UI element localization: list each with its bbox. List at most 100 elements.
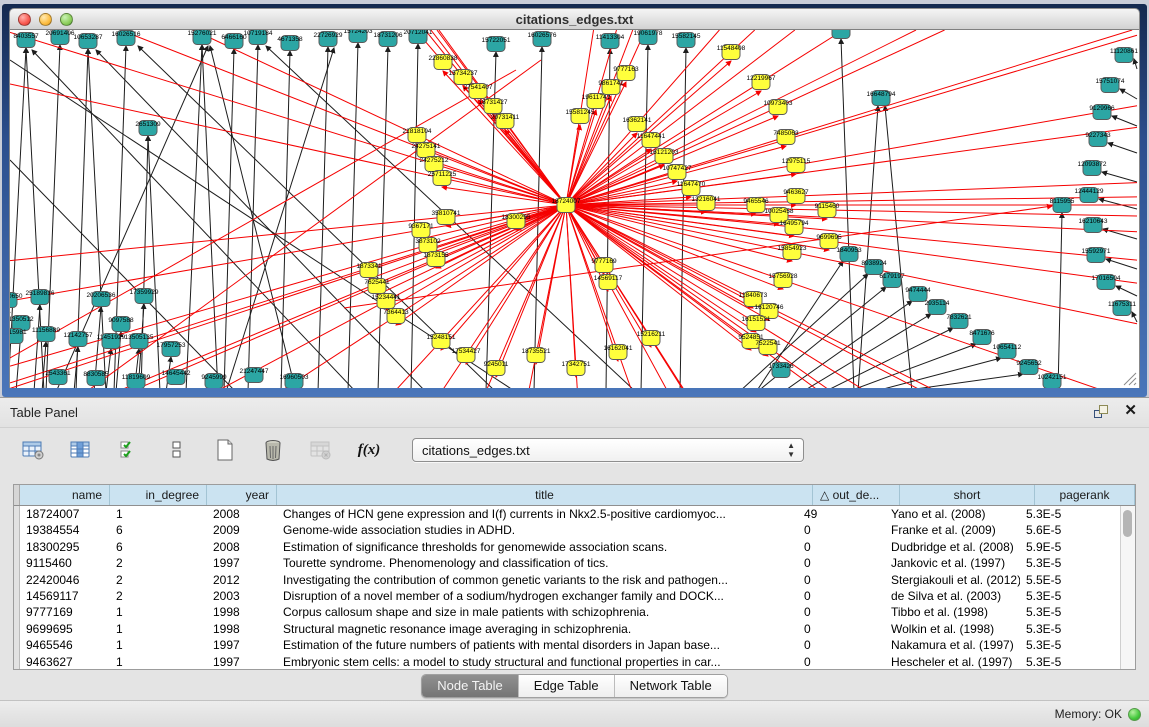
- float-window-icon[interactable]: [1094, 405, 1108, 418]
- network-node[interactable]: 1873155: [423, 252, 449, 267]
- column-header-out_de[interactable]: △ out_de...: [813, 485, 900, 505]
- network-node[interactable]: 7625441: [364, 279, 390, 294]
- network-node[interactable]: 16162041: [604, 345, 633, 360]
- select-columns-icon[interactable]: [116, 437, 142, 463]
- column-header-pagerank[interactable]: pagerank: [1035, 485, 1135, 505]
- network-node[interactable]: 17534427: [452, 348, 481, 363]
- network-node[interactable]: 15248151: [427, 334, 456, 349]
- network-node[interactable]: 8471676: [969, 330, 995, 345]
- network-node[interactable]: 4671358: [277, 36, 303, 51]
- network-node[interactable]: 12444129: [1075, 188, 1104, 203]
- minimize-window-icon[interactable]: [39, 13, 52, 26]
- network-node[interactable]: 18735521: [522, 348, 551, 363]
- table-row[interactable]: 911546021997Tourette syndrome. Phenomeno…: [20, 555, 1120, 571]
- zoom-window-icon[interactable]: [60, 13, 73, 26]
- network-node[interactable]: 15722051: [482, 37, 511, 52]
- network-node[interactable]: 25711225: [428, 171, 457, 186]
- network-node[interactable]: 11548408: [717, 45, 746, 60]
- network-node[interactable]: 22860838: [429, 55, 458, 70]
- network-node[interactable]: 2651309: [135, 121, 161, 136]
- network-node[interactable]: 16495794: [780, 220, 809, 235]
- new-table-icon[interactable]: [212, 437, 238, 463]
- table-row[interactable]: 969969511998Structural magnetic resonanc…: [20, 621, 1120, 637]
- network-node[interactable]: 12142757: [64, 332, 93, 347]
- table-row[interactable]: 977716911998Corpus callosum shape and si…: [20, 604, 1120, 620]
- network-node[interactable]: 16151521: [742, 316, 771, 331]
- scrollbar-thumb[interactable]: [1123, 510, 1132, 537]
- network-node[interactable]: 17359929: [130, 289, 159, 304]
- network-node[interactable]: 20712041: [404, 30, 433, 44]
- show-columns-icon[interactable]: [68, 437, 94, 463]
- network-node[interactable]: 9777169: [591, 258, 617, 273]
- network-node[interactable]: 11156889: [32, 327, 60, 342]
- network-node[interactable]: 15276021: [188, 30, 217, 45]
- close-panel-icon[interactable]: ✕: [1124, 404, 1137, 418]
- network-node[interactable]: 2543361: [45, 370, 71, 385]
- network-node[interactable]: 20206536: [87, 292, 116, 307]
- column-header-short[interactable]: short: [900, 485, 1035, 505]
- network-node[interactable]: 11413304: [596, 34, 625, 49]
- network-node[interactable]: 9115460: [815, 203, 840, 218]
- table-settings-icon[interactable]: [20, 437, 46, 463]
- network-node[interactable]: 22726929: [314, 32, 343, 47]
- network-node[interactable]: 9245652: [1016, 360, 1042, 375]
- network-node[interactable]: 16648794: [867, 91, 896, 106]
- network-node[interactable]: 17016504: [1092, 275, 1121, 290]
- network-node[interactable]: 17342751: [562, 361, 591, 376]
- network-node[interactable]: 16960503: [280, 374, 309, 389]
- table-row[interactable]: 946554611997Estimation of the future num…: [20, 637, 1120, 653]
- memory-status-icon[interactable]: [1128, 708, 1141, 721]
- network-node[interactable]: 2935114: [925, 300, 950, 315]
- network-node[interactable]: 15751074: [1096, 78, 1125, 93]
- network-node[interactable]: 20691406: [46, 30, 75, 45]
- table-row[interactable]: 1872400712008Changes of HCN gene express…: [20, 506, 1120, 522]
- network-node[interactable]: 6179197: [879, 273, 905, 288]
- delete-table-icon[interactable]: [260, 437, 286, 463]
- table-row[interactable]: 946362711997Embryonic stem cells: a mode…: [20, 654, 1120, 669]
- network-node[interactable]: 12219967: [747, 75, 776, 90]
- network-node[interactable]: 19061978: [634, 30, 663, 45]
- network-node[interactable]: 9097588: [108, 317, 134, 332]
- network-node[interactable]: 12093872: [1078, 161, 1107, 176]
- column-header-title[interactable]: title: [277, 485, 813, 505]
- function-builder-icon[interactable]: f(x): [356, 437, 382, 463]
- network-node[interactable]: 11451929: [97, 334, 126, 349]
- network-node[interactable]: 9367171: [408, 223, 434, 238]
- network-node[interactable]: 16026516: [112, 31, 141, 46]
- network-node[interactable]: 12975115: [782, 158, 811, 173]
- table-scrollbar[interactable]: [1120, 506, 1135, 669]
- column-header-in_degree[interactable]: in_degree: [110, 485, 207, 505]
- tab-network-table[interactable]: Network Table: [614, 675, 727, 697]
- table-selector-dropdown[interactable]: citations_edges.txt ▲▼: [412, 438, 804, 462]
- tab-edge-table[interactable]: Edge Table: [518, 675, 614, 697]
- row-height-icon[interactable]: [164, 437, 190, 463]
- network-node[interactable]: 1840953: [836, 247, 862, 262]
- network-node[interactable]: 10653287: [74, 34, 103, 49]
- table-row[interactable]: 2242004622012Investigating the contribut…: [20, 572, 1120, 588]
- network-node[interactable]: 7485063: [773, 130, 799, 145]
- table-row[interactable]: 1830029562008Estimation of significance …: [20, 539, 1120, 555]
- network-node[interactable]: 10654112: [993, 344, 1022, 359]
- network-node[interactable]: 24275212: [420, 157, 449, 172]
- table-row[interactable]: 1456911722003Disruption of a novel membe…: [20, 588, 1120, 604]
- network-node[interactable]: 9777163: [613, 66, 639, 81]
- network-node[interactable]: 1733426: [768, 363, 794, 378]
- column-header-year[interactable]: year: [207, 485, 277, 505]
- network-node[interactable]: 10719184: [244, 30, 273, 45]
- column-header-name[interactable]: name: [20, 485, 110, 505]
- network-node[interactable]: 9245999: [201, 374, 227, 389]
- network-node[interactable]: 21247447: [240, 368, 269, 383]
- network-node[interactable]: 15582145: [672, 33, 701, 48]
- network-node[interactable]: 10242151: [1038, 374, 1067, 389]
- network-node[interactable]: 9129966: [1089, 105, 1115, 120]
- network-node[interactable]: 3915981: [10, 329, 27, 344]
- network-node[interactable]: 18731206: [374, 32, 403, 47]
- network-node[interactable]: 12213402: [827, 30, 856, 39]
- network-node[interactable]: 8115955: [1050, 198, 1075, 213]
- network-node[interactable]: 7364413: [383, 309, 409, 324]
- tab-node-table[interactable]: Node Table: [422, 675, 518, 697]
- network-node[interactable]: 8403557: [13, 33, 39, 48]
- network-node[interactable]: 10973403: [764, 100, 793, 115]
- network-window-titlebar[interactable]: citations_edges.txt: [9, 8, 1140, 30]
- network-node[interactable]: 7832621: [946, 314, 972, 329]
